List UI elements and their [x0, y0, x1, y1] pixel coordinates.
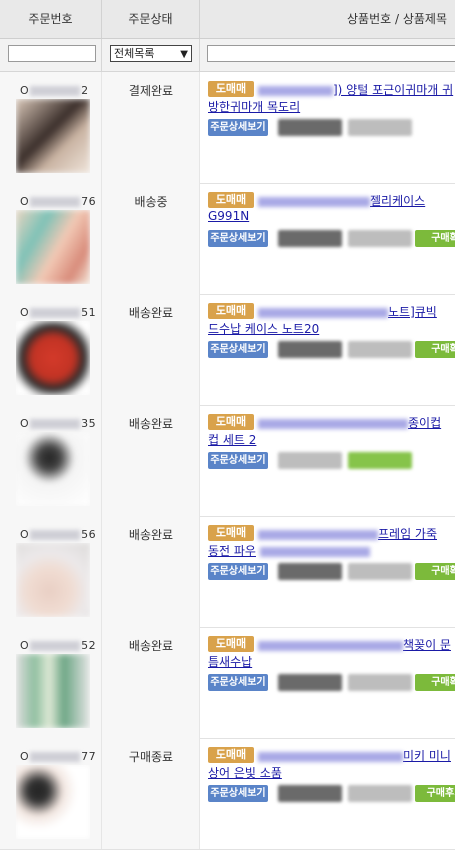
product-title-link-line2[interactable]: 상어 은빛 소품: [208, 764, 455, 781]
order-number[interactable]: O 51: [20, 306, 96, 319]
product-thumbnail[interactable]: [16, 543, 90, 617]
product-title-link-line2[interactable]: 틈새수납: [208, 653, 455, 670]
order-detail-button[interactable]: 주문상세보기: [208, 674, 268, 691]
order-status: 배송완료: [128, 417, 174, 431]
product-thumbnail[interactable]: [16, 654, 90, 728]
table-row: O 35 배송완료 도매매 종이컵 컵 세트 2 주문상세보기: [0, 405, 455, 517]
product-title-link[interactable]: 노트]큐빅: [258, 303, 455, 320]
order-status: 배송완료: [128, 639, 174, 653]
product-title-link[interactable]: 종이컵: [258, 414, 455, 431]
action-button[interactable]: [278, 563, 342, 580]
wholesale-tag: 도매매: [208, 747, 254, 763]
action-button[interactable]: [278, 785, 342, 802]
action-button[interactable]: [348, 785, 412, 802]
product-thumbnail[interactable]: [16, 210, 90, 284]
table-row: O 76 배송중 도매매 젤리케이스 G991N 주문상세보기 구매확: [0, 183, 455, 295]
wholesale-tag: 도매매: [208, 303, 254, 319]
wholesale-tag: 도매매: [208, 636, 254, 652]
action-button[interactable]: [278, 230, 342, 247]
product-title-link[interactable]: ]) 양털 포근이귀마개 귀: [258, 81, 455, 98]
product-title-link-line2[interactable]: 드수납 케이스 노트20: [208, 320, 455, 337]
table-row: O 51 배송완료 도매매 노트]큐빅 드수납 케이스 노트20 주문상세보기 구…: [0, 294, 455, 406]
action-button[interactable]: [278, 674, 342, 691]
chevron-down-icon: ▼: [180, 49, 188, 60]
action-button[interactable]: [348, 563, 412, 580]
order-number[interactable]: O 76: [20, 195, 96, 208]
action-button[interactable]: [348, 119, 412, 136]
header-order-no: 주문번호: [0, 0, 102, 38]
order-no-filter-input[interactable]: [8, 45, 96, 62]
table-row: O77 구매종료 도매매 미키 미니 상어 은빛 소품 주문상세보기 구매후기: [0, 738, 455, 850]
order-number[interactable]: O2: [20, 84, 89, 97]
action-button[interactable]: [278, 341, 342, 358]
confirm-purchase-button[interactable]: 구매확: [415, 563, 455, 580]
filter-row: 전체목록 ▼: [0, 39, 455, 72]
table-header: 주문번호 주문상태 상품번호 / 상품제목: [0, 0, 455, 39]
order-detail-button[interactable]: 주문상세보기: [208, 452, 268, 469]
action-button[interactable]: [278, 119, 342, 136]
product-title-link-line2[interactable]: 방한귀마개 목도리: [208, 98, 455, 115]
action-button[interactable]: [348, 452, 412, 469]
order-detail-button[interactable]: 주문상세보기: [208, 230, 268, 247]
wholesale-tag: 도매매: [208, 414, 254, 430]
product-thumbnail[interactable]: [16, 321, 90, 395]
product-title-link-line2[interactable]: 컵 세트 2: [208, 431, 455, 448]
status-filter-select[interactable]: 전체목록 ▼: [110, 45, 192, 62]
table-row: O 52 배송완료 도매매 책꽂이 문 틈새수납 주문상세보기 구매확: [0, 627, 455, 739]
product-thumbnail[interactable]: [16, 99, 90, 173]
order-detail-button[interactable]: 주문상세보기: [208, 341, 268, 358]
product-filter-input[interactable]: [207, 45, 455, 62]
product-title-link[interactable]: 젤리케이스: [258, 192, 455, 209]
confirm-purchase-button[interactable]: 구매확: [415, 674, 455, 691]
order-status: 결제완료: [128, 84, 174, 98]
status-filter-value: 전체목록: [114, 47, 155, 60]
order-number[interactable]: O 77: [20, 750, 96, 763]
order-detail-button[interactable]: 주문상세보기: [208, 563, 268, 580]
action-button[interactable]: [348, 341, 412, 358]
product-title-link[interactable]: 책꽂이 문: [258, 636, 455, 653]
product-title-link[interactable]: 프레임 가죽: [258, 525, 455, 542]
order-status: 구매종료: [128, 750, 174, 764]
confirm-purchase-button[interactable]: 구매확: [415, 230, 455, 247]
order-status: 배송완료: [128, 306, 174, 320]
order-number[interactable]: O 52: [20, 639, 96, 652]
write-review-button[interactable]: 구매후기: [415, 785, 455, 802]
product-title-link-line2[interactable]: 동전 파우: [208, 542, 455, 559]
order-detail-button[interactable]: 주문상세보기: [208, 119, 268, 136]
action-button[interactable]: [348, 230, 412, 247]
product-title-link-line2[interactable]: G991N: [208, 209, 455, 223]
order-number[interactable]: O 56: [20, 528, 96, 541]
wholesale-tag: 도매매: [208, 81, 254, 97]
order-detail-button[interactable]: 주문상세보기: [208, 785, 268, 802]
confirm-purchase-button[interactable]: 구매확: [415, 341, 455, 358]
order-status: 배송완료: [128, 528, 174, 542]
product-thumbnail[interactable]: [16, 765, 90, 839]
header-product: 상품번호 / 상품제목: [347, 12, 447, 26]
table-row: O2 결제완료 도매매 ]) 양털 포근이귀마개 귀 방한귀마개 목도리 주문상…: [0, 72, 455, 184]
order-number[interactable]: O 35: [20, 417, 96, 430]
order-status: 배송중: [134, 195, 168, 209]
product-title-link[interactable]: 미키 미니: [258, 747, 455, 764]
action-button[interactable]: [278, 452, 342, 469]
wholesale-tag: 도매매: [208, 525, 254, 541]
action-button[interactable]: [348, 674, 412, 691]
wholesale-tag: 도매매: [208, 192, 254, 208]
table-row: O 56 배송완료 도매매 프레임 가죽 동전 파우 주문상세보기 구매확: [0, 516, 455, 628]
product-thumbnail[interactable]: [16, 432, 90, 506]
header-status: 주문상태: [102, 0, 200, 38]
